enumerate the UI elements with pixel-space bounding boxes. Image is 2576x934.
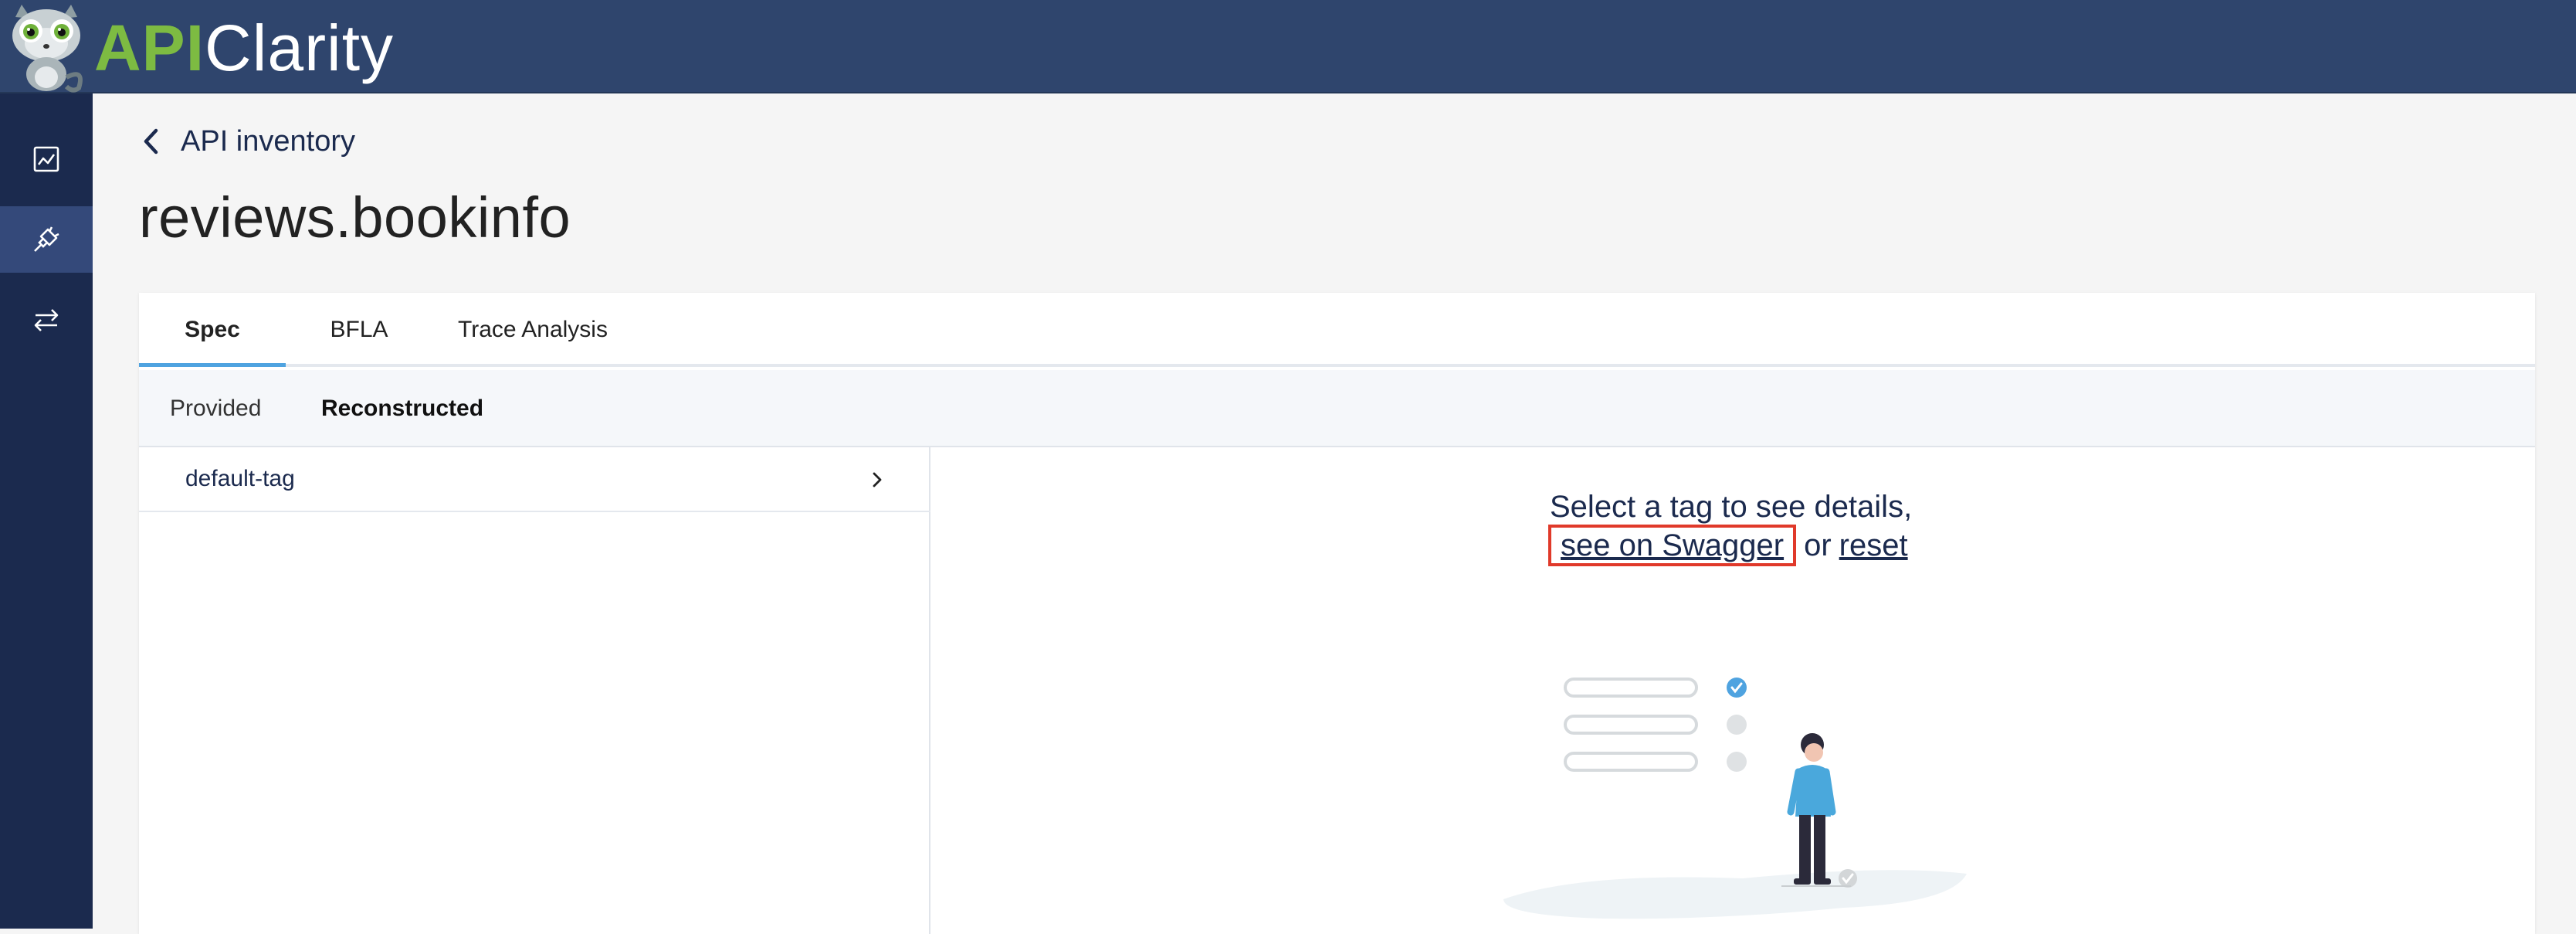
subtab-reconstructed[interactable]: Reconstructed <box>321 370 483 447</box>
empty-state-message: Select a tag to see details, see on Swag… <box>1548 489 1913 566</box>
or-text: or <box>1804 528 1832 562</box>
swagger-link-highlight: see on Swagger <box>1548 525 1797 566</box>
dashboard-chart-icon <box>33 146 59 172</box>
tag-list-pane: default-tag <box>139 447 930 934</box>
empty-state-line1: Select a tag to see details, <box>1550 490 1913 524</box>
active-tab-indicator <box>139 363 286 367</box>
empty-dot-shape <box>1727 752 1747 772</box>
empty-state-line2: see on Swagger or reset <box>1548 525 1912 566</box>
app-logo-wordmark: APIClarity <box>94 9 394 87</box>
tab-spec[interactable]: Spec <box>139 293 286 367</box>
empty-state-illustration <box>1503 678 1967 919</box>
top-header: APIClarity <box>0 0 2576 93</box>
breadcrumb-back-link[interactable]: API inventory <box>141 118 355 165</box>
sidebar-item-dashboard[interactable] <box>0 126 93 192</box>
events-arrows-icon <box>34 309 59 331</box>
main-content: API inventory reviews.bookinfo Spec BFLA… <box>93 93 2576 934</box>
tag-detail-pane: Select a tag to see details, see on Swag… <box>932 447 2535 934</box>
empty-dot-shape <box>1727 715 1747 735</box>
tab-label: Trace Analysis <box>458 317 608 342</box>
tag-label: default-tag <box>185 466 295 491</box>
left-navigation <box>0 93 93 929</box>
list-row-shape <box>1564 752 1698 772</box>
tab-label: BFLA <box>330 317 388 342</box>
sidebar-item-api-inventory[interactable] <box>0 206 93 273</box>
subtab-label: Reconstructed <box>321 396 484 421</box>
subtab-provided[interactable]: Provided <box>170 370 261 447</box>
tab-bfla[interactable]: BFLA <box>286 293 432 367</box>
subtab-label: Provided <box>170 396 262 421</box>
tab-label: Spec <box>185 317 240 342</box>
tag-list-item[interactable]: default-tag <box>139 447 930 512</box>
logo-clarity-text: Clarity <box>205 12 395 84</box>
tab-bar: Spec BFLA Trace Analysis <box>139 293 2535 367</box>
reset-link[interactable]: reset <box>1839 528 1908 563</box>
sidebar-item-api-events[interactable] <box>0 287 93 353</box>
list-row-shape <box>1564 678 1698 698</box>
chevron-left-icon[interactable] <box>141 126 161 157</box>
see-on-swagger-link[interactable]: see on Swagger <box>1561 528 1784 562</box>
check-circle-icon <box>1727 678 1747 698</box>
api-plug-icon <box>34 226 59 252</box>
tab-trace-analysis[interactable]: Trace Analysis <box>432 293 633 367</box>
spec-subtab-bar: Provided Reconstructed <box>139 370 2535 447</box>
api-detail-card: Spec BFLA Trace Analysis Provided Recons… <box>139 293 2535 934</box>
mascot-logo-icon <box>12 5 83 93</box>
chevron-right-icon <box>873 472 882 487</box>
list-row-shape <box>1564 715 1698 735</box>
page-title: reviews.bookinfo <box>139 185 571 250</box>
logo-api-text: API <box>94 12 205 84</box>
ground-shape <box>1503 870 1967 919</box>
breadcrumb-label[interactable]: API inventory <box>181 125 355 158</box>
